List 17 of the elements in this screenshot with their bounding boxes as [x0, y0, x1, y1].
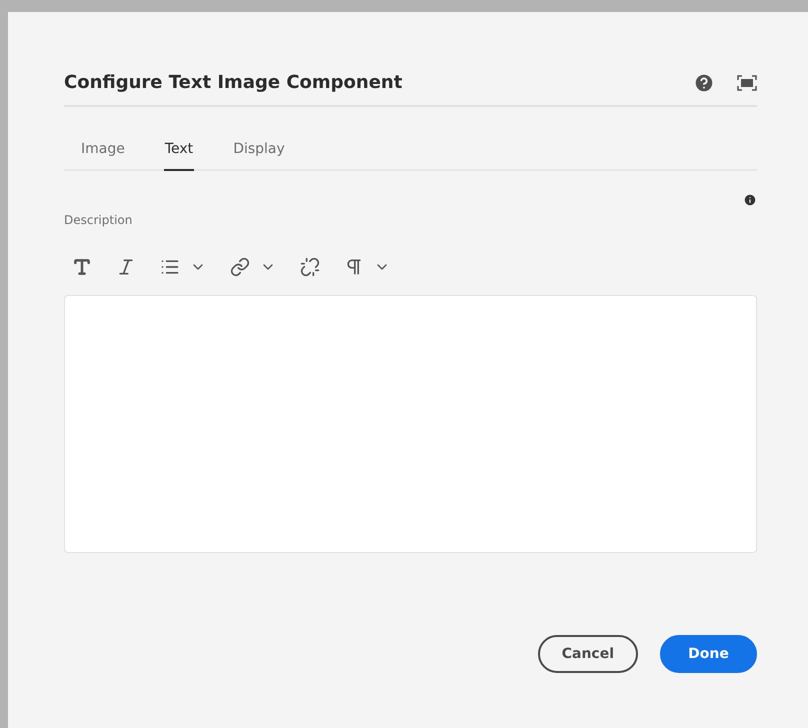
bold-button[interactable]	[72, 257, 92, 277]
bold-icon	[72, 257, 92, 277]
info-icon	[743, 193, 757, 207]
dialog-title: Configure Text Image Component	[64, 72, 404, 93]
tab[interactable]: Text	[164, 133, 194, 171]
link-icon	[230, 257, 250, 277]
unlink-button[interactable]	[300, 257, 320, 277]
fullscreen-icon	[737, 74, 757, 90]
help-button[interactable]	[693, 72, 715, 94]
done-button[interactable]: Done	[660, 635, 757, 673]
tab[interactable]: Display	[232, 133, 286, 171]
help-icon	[693, 72, 715, 94]
cancel-button[interactable]: Cancel	[538, 635, 638, 673]
fullscreen-button[interactable]	[737, 74, 757, 90]
unlink-icon	[300, 257, 320, 277]
tab[interactable]: Image	[80, 133, 126, 171]
field-label: Description	[64, 213, 132, 227]
